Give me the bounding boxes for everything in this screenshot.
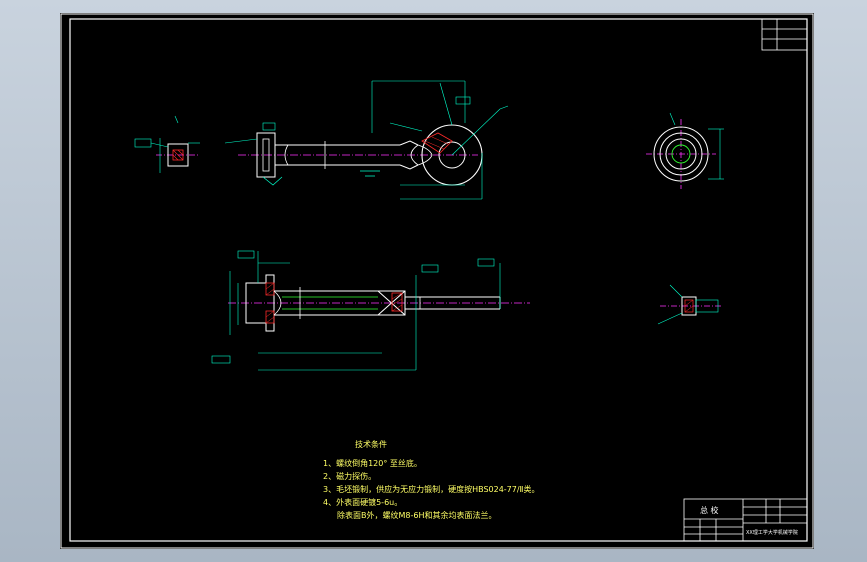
technical-notes: 技术条件 1、螺纹倒角120° 至丝底。 2、磁力探伤。 3、毛坯锻制，供应为无… — [323, 438, 540, 522]
note-line-4: 4、外表面硬镀5-6u。 — [323, 498, 403, 507]
main-part-front-view — [224, 80, 509, 200]
note-line-2: 2、磁力探伤。 — [323, 472, 377, 481]
detail-view-left — [134, 115, 200, 173]
note-line-5: 除表面B外，螺纹M8-6H和其余均表面法兰。 — [337, 511, 497, 520]
title-block-school: XX理工学大学机械学院 — [746, 529, 798, 536]
note-line-1: 1、螺纹倒角120° 至丝底。 — [323, 459, 422, 468]
title-block-label: 总 校 — [700, 505, 719, 515]
section-view — [211, 250, 530, 371]
end-view — [646, 112, 724, 189]
stamp-box — [761, 18, 808, 51]
drawing-canvas[interactable]: 总 校 XX理工学大学机械学院 技术条件 1、螺纹倒角120° 至丝底。 2、磁… — [60, 13, 814, 549]
small-section-view — [657, 284, 722, 325]
notes-title: 技术条件 — [355, 440, 387, 449]
note-line-3: 3、毛坯锻制，供应为无应力锻制，硬度按HBS024-77/Ⅱ类。 — [323, 485, 540, 494]
